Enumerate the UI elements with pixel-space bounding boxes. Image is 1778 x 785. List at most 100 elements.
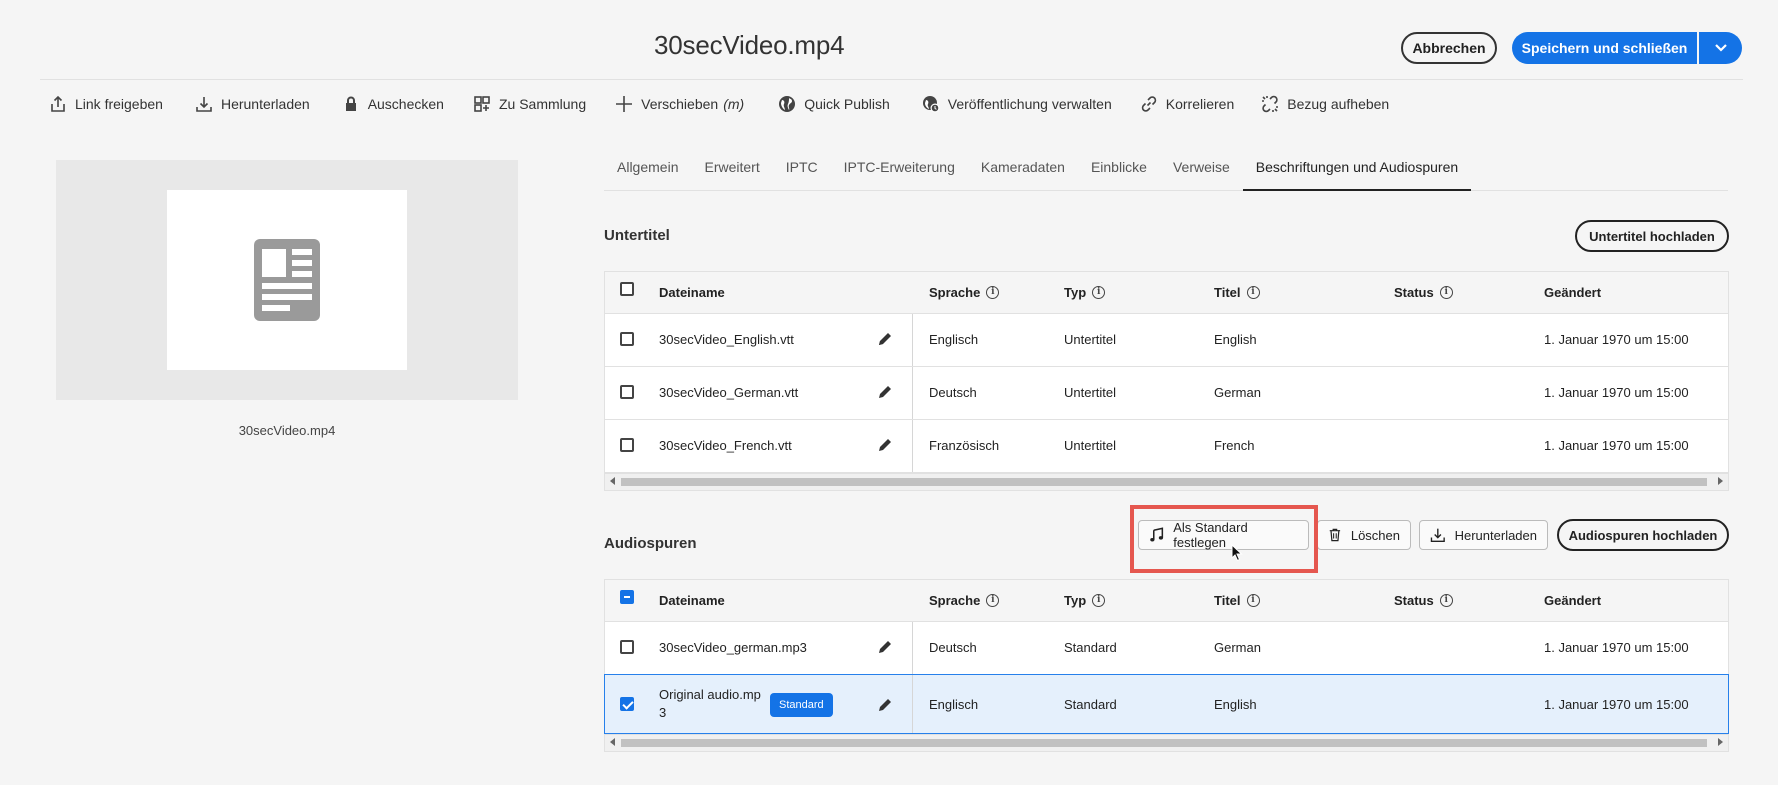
cell-filename: Original audio.mp 3	[659, 686, 761, 722]
tab-iptc[interactable]: IPTC	[773, 155, 831, 191]
column-filename[interactable]: Dateiname	[659, 285, 725, 300]
info-icon[interactable]: i	[1092, 594, 1106, 607]
trash-icon	[1329, 528, 1341, 542]
cell-type: Untertitel	[1064, 332, 1117, 347]
scroll-right-arrow[interactable]	[1718, 738, 1723, 746]
column-modified[interactable]: Geändert	[1544, 285, 1601, 300]
tab-general[interactable]: Allgemein	[604, 155, 691, 191]
pencil-icon[interactable]	[877, 697, 893, 713]
info-icon[interactable]: i	[986, 286, 1000, 299]
column-language[interactable]: Sprache i	[929, 593, 1000, 608]
delete-label: Löschen	[1350, 527, 1400, 543]
cell-title: English	[1214, 332, 1257, 347]
info-icon[interactable]: i	[986, 594, 1000, 607]
set-as-default-button[interactable]: Als Standard festlegen	[1138, 520, 1309, 550]
upload-audio-button[interactable]: Audiospuren hochladen	[1557, 519, 1729, 551]
share-link-button[interactable]: Link freigeben	[49, 92, 163, 116]
music-note-icon	[1150, 527, 1164, 542]
cell-modified: 1. Januar 1970 um 15:00	[1544, 640, 1689, 655]
tab-references[interactable]: Verweise	[1160, 155, 1243, 191]
audio-table: Dateiname Sprache i Typ i Titel i Status i G…	[604, 579, 1729, 752]
column-title[interactable]: Titel i	[1214, 593, 1260, 608]
info-icon[interactable]: i	[1092, 286, 1106, 299]
table-row[interactable]: 30secVideo_German.vtt Deutsch Untertitel…	[605, 367, 1728, 420]
scrollbar-thumb[interactable]	[621, 478, 1707, 486]
cell-filename: 30secVideo_French.vtt	[659, 438, 792, 453]
manage-publication-icon	[922, 96, 940, 113]
column-filename[interactable]: Dateiname	[659, 593, 725, 608]
correlate-button[interactable]: Korrelieren	[1140, 92, 1234, 116]
pencil-icon[interactable]	[877, 639, 893, 655]
cell-filename-line2: 3	[659, 705, 667, 720]
tab-iptc-extension[interactable]: IPTC-Erweiterung	[831, 155, 968, 191]
move-button[interactable]: Verschieben (m)	[615, 92, 744, 116]
delete-button[interactable]: Löschen	[1317, 520, 1411, 550]
cell-language: Französisch	[929, 438, 1000, 453]
download-audio-button[interactable]: Herunterladen	[1419, 520, 1548, 550]
move-label: Verschieben	[641, 96, 719, 112]
row-checkbox[interactable]	[620, 640, 634, 654]
checkout-button[interactable]: Auschecken	[342, 92, 444, 116]
scroll-left-arrow[interactable]	[610, 738, 615, 746]
globe-icon	[779, 96, 796, 112]
row-checkbox[interactable]	[620, 438, 634, 452]
scroll-left-arrow[interactable]	[610, 477, 615, 485]
table-row-selected[interactable]: Original audio.mp 3 Standard Englisch St…	[604, 674, 1729, 734]
horizontal-scrollbar[interactable]	[605, 473, 1728, 490]
column-status[interactable]: Status i	[1394, 593, 1453, 608]
tab-camera-data[interactable]: Kameradaten	[968, 155, 1078, 191]
cancel-button[interactable]: Abbrechen	[1401, 32, 1497, 64]
pencil-icon[interactable]	[877, 437, 893, 453]
subtitles-table-header: Dateiname Sprache i Typ i Titel i Status i G…	[605, 272, 1728, 314]
lock-icon	[345, 96, 356, 111]
tab-insights[interactable]: Einblicke	[1078, 155, 1160, 191]
move-shortcut: (m)	[723, 96, 745, 112]
pencil-icon[interactable]	[877, 384, 893, 400]
page-title: 30secVideo.mp4	[654, 30, 845, 60]
unlink-icon	[1262, 95, 1279, 113]
column-status[interactable]: Status i	[1394, 285, 1453, 300]
manage-publication-button[interactable]: Veröffentlichung verwalten	[922, 92, 1112, 116]
horizontal-scrollbar[interactable]	[605, 734, 1728, 751]
row-checkbox[interactable]	[620, 385, 634, 399]
download-button[interactable]: Herunterladen	[195, 92, 310, 116]
audio-section-title: Audiospuren	[604, 535, 697, 552]
cell-language: Deutsch	[929, 385, 977, 400]
cell-title: French	[1214, 438, 1255, 453]
tab-advanced[interactable]: Erweitert	[691, 155, 772, 191]
download-icon	[196, 97, 212, 112]
subtitles-section-title: Untertitel	[604, 227, 670, 244]
pencil-icon[interactable]	[877, 331, 893, 347]
column-title[interactable]: Titel i	[1214, 285, 1260, 300]
add-to-collection-button[interactable]: Zu Sammlung	[473, 92, 586, 116]
tab-captions-audio[interactable]: Beschriftungen und Audiospuren	[1242, 155, 1472, 191]
column-type[interactable]: Typ i	[1064, 285, 1106, 300]
quick-publish-button[interactable]: Quick Publish	[778, 92, 890, 116]
remove-reference-button[interactable]: Bezug aufheben	[1261, 92, 1389, 116]
column-type[interactable]: Typ i	[1064, 593, 1106, 608]
link-icon	[1141, 96, 1156, 112]
save-and-close-button[interactable]: Speichern und schließen	[1512, 32, 1697, 64]
cell-modified: 1. Januar 1970 um 15:00	[1544, 332, 1689, 347]
document-icon	[254, 239, 320, 321]
table-row[interactable]: 30secVideo_german.mp3 Deutsch Standard G…	[605, 622, 1728, 675]
select-all-subtitles-checkbox[interactable]	[620, 282, 634, 296]
info-icon[interactable]: i	[1439, 594, 1453, 607]
info-icon[interactable]: i	[1439, 286, 1453, 299]
info-icon[interactable]: i	[1246, 594, 1260, 607]
upload-subtitles-button[interactable]: Untertitel hochladen	[1575, 220, 1729, 252]
row-checkbox[interactable]	[620, 332, 634, 346]
save-options-dropdown[interactable]	[1699, 32, 1742, 64]
cell-type: Standard	[1064, 697, 1117, 712]
scroll-right-arrow[interactable]	[1718, 477, 1723, 485]
row-checkbox[interactable]	[620, 697, 634, 711]
column-modified[interactable]: Geändert	[1544, 593, 1601, 608]
table-row[interactable]: 30secVideo_French.vtt Französisch Untert…	[605, 420, 1728, 473]
scrollbar-thumb[interactable]	[621, 739, 1707, 747]
column-language[interactable]: Sprache i	[929, 285, 1000, 300]
column-divider	[912, 622, 913, 674]
properties-tabs: Allgemein Erweitert IPTC IPTC-Erweiterun…	[604, 155, 1728, 191]
info-icon[interactable]: i	[1246, 286, 1260, 299]
select-all-audio-checkbox[interactable]	[620, 590, 634, 604]
table-row[interactable]: 30secVideo_English.vtt Englisch Untertit…	[605, 314, 1728, 367]
